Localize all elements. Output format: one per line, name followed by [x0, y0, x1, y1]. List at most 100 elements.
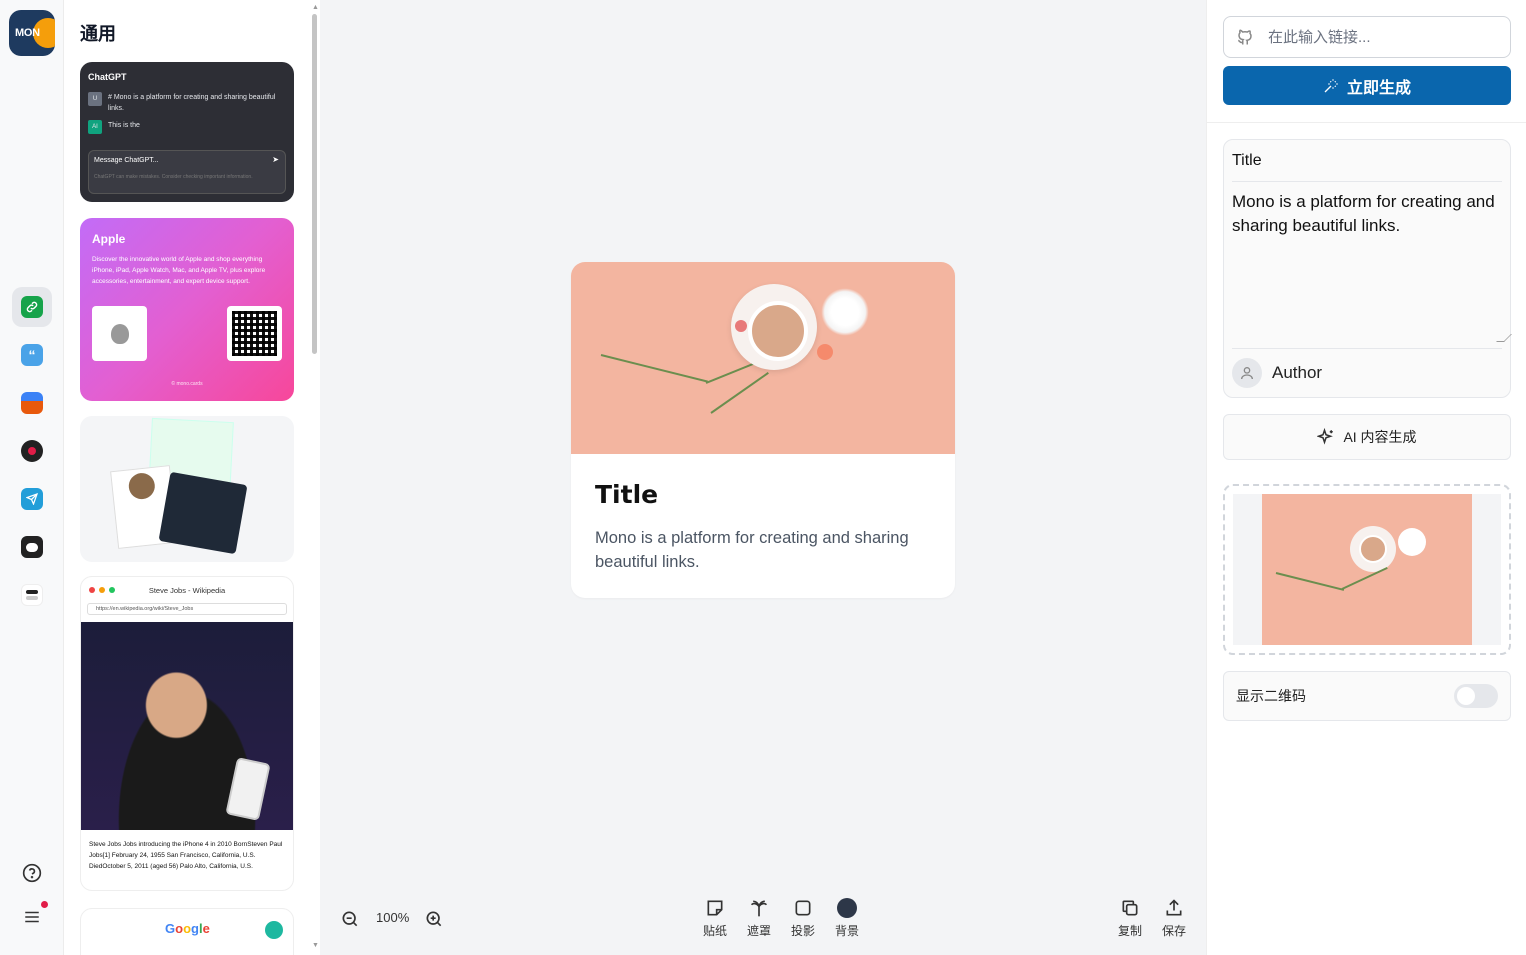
- sparkles-icon: [1317, 428, 1334, 445]
- ai-avatar: AI: [88, 120, 102, 134]
- google-logo: Google: [165, 921, 210, 936]
- form-separator: [1232, 348, 1502, 349]
- rail-widget[interactable]: [12, 575, 52, 615]
- template-apple[interactable]: Apple Discover the innovative world of A…: [80, 218, 294, 401]
- help-icon: [22, 863, 42, 883]
- shadow-button[interactable]: 投影: [785, 898, 821, 939]
- template-chatgpt[interactable]: ChatGPT U # Mono is a platform for creat…: [80, 62, 294, 202]
- sticker-button[interactable]: 贴纸: [697, 898, 733, 939]
- resize-handle[interactable]: [1496, 334, 1512, 342]
- zoom-out-icon: [342, 911, 358, 927]
- preview-card[interactable]: Title Mono is a platform for creating an…: [571, 262, 955, 598]
- background-swatch: [837, 898, 857, 918]
- shadow-label: 投影: [790, 924, 815, 938]
- magic-wand-icon: [1324, 78, 1338, 92]
- settings-panel: 立即生成 Title Mono is a platform for creati…: [1206, 0, 1526, 955]
- url-field[interactable]: [1223, 16, 1511, 58]
- ai-message-text: This is the: [108, 122, 140, 129]
- send-icon: ➤: [272, 155, 279, 164]
- mask-button[interactable]: 遮罩: [741, 898, 777, 939]
- collage-card-music: [158, 471, 248, 555]
- apple-logo-icon: [92, 306, 147, 361]
- notification-dot: [41, 901, 48, 908]
- panel-divider: [1207, 122, 1526, 123]
- ai-generate-button[interactable]: AI 内容生成: [1223, 414, 1511, 460]
- rail-link[interactable]: [12, 287, 52, 327]
- apple-description: Discover the innovative world of Apple a…: [92, 256, 266, 285]
- app-logo[interactable]: MON: [9, 10, 55, 56]
- image-upload-area[interactable]: [1223, 484, 1511, 655]
- record-icon: [21, 440, 43, 462]
- apple-title: Apple: [92, 232, 126, 246]
- mask-label: 遮罩: [746, 924, 771, 938]
- zoom-in-button[interactable]: [423, 908, 445, 930]
- card-description: Mono is a platform for creating and shar…: [595, 529, 909, 571]
- widget-icon: [21, 584, 43, 606]
- card-title: Title: [595, 480, 659, 509]
- chatgpt-user-msg: U # Mono is a platform for creating and …: [88, 92, 286, 114]
- background-button[interactable]: 背景: [829, 898, 865, 939]
- shadow-icon: [795, 900, 811, 916]
- rail-bot[interactable]: [12, 527, 52, 567]
- author-avatar: [1232, 358, 1262, 388]
- canvas: Title Mono is a platform for creating an…: [320, 0, 1206, 955]
- rail-telegram[interactable]: [12, 479, 52, 519]
- zoom-in-icon: [426, 911, 442, 927]
- scroll-up-arrow[interactable]: ▲: [312, 4, 319, 11]
- template-collage[interactable]: [80, 416, 294, 562]
- description-field[interactable]: Mono is a platform for creating and shar…: [1232, 190, 1500, 238]
- copy-label: 复制: [1117, 924, 1142, 938]
- qr-toggle-switch[interactable]: [1454, 684, 1498, 708]
- ai-generate-label: AI 内容生成: [1343, 429, 1417, 445]
- phone-in-hand: [225, 757, 271, 821]
- user-avatar: U: [88, 92, 102, 106]
- menu-button[interactable]: [12, 897, 52, 937]
- link-icon: [21, 296, 43, 318]
- chatgpt-input-box: Message ChatGPT... ➤ ChatGPT can make mi…: [88, 150, 286, 194]
- upload-icon: [1166, 899, 1182, 916]
- quote-icon: “: [21, 344, 43, 366]
- wiki-photo: [81, 622, 293, 830]
- chatgpt-title: ChatGPT: [88, 72, 127, 82]
- generate-button[interactable]: 立即生成: [1223, 66, 1511, 105]
- copy-icon: [1122, 900, 1138, 916]
- user-icon: [1241, 367, 1253, 380]
- apple-footer: © mono.cards: [171, 381, 203, 387]
- template-wikipedia[interactable]: Steve Jobs - Wikipedia https://en.wikipe…: [80, 576, 294, 891]
- zoom-out-button[interactable]: [339, 908, 361, 930]
- browser-bar: Steve Jobs - Wikipedia: [81, 577, 293, 603]
- url-input[interactable]: [1268, 28, 1488, 46]
- copy-button[interactable]: 复制: [1112, 898, 1148, 939]
- qr-toggle-row: 显示二维码: [1223, 671, 1511, 721]
- template-scrollbar[interactable]: [312, 14, 317, 354]
- chatgpt-ai-msg: AI This is the: [88, 120, 286, 134]
- scroll-down-arrow[interactable]: ▼: [312, 942, 319, 949]
- author-field[interactable]: Author: [1232, 358, 1322, 388]
- chatgpt-input-placeholder: Message ChatGPT...: [94, 157, 159, 164]
- menu-icon: [25, 911, 39, 923]
- template-google[interactable]: Google: [80, 908, 294, 955]
- background-label: 背景: [834, 924, 859, 938]
- author-label: Author: [1272, 363, 1323, 382]
- content-form: Title Mono is a platform for creating an…: [1223, 139, 1512, 398]
- title-field[interactable]: Title: [1232, 150, 1502, 182]
- zoom-level: 100%: [376, 910, 410, 925]
- rail-image[interactable]: [12, 383, 52, 423]
- qr-toggle-label: 显示二维码: [1236, 688, 1306, 704]
- rail-quote[interactable]: “: [12, 335, 52, 375]
- extension-badge-icon: [265, 921, 283, 939]
- save-label: 保存: [1161, 924, 1186, 938]
- qr-code: [227, 306, 282, 361]
- mountain-icon: [21, 392, 43, 414]
- wiki-url: https://en.wikipedia.org/wiki/Steve_Jobs: [87, 603, 287, 615]
- template-heading: 通用: [80, 24, 116, 44]
- wiki-caption: Steve Jobs Jobs introducing the iPhone 4…: [89, 841, 283, 870]
- github-icon: [1237, 29, 1252, 45]
- canvas-toolbar: 100% 贴纸 遮罩 投影 背景 复制 保存: [320, 890, 1206, 950]
- image-thumbnail: [1262, 494, 1472, 645]
- help-button[interactable]: [12, 853, 52, 893]
- wiki-tab-title: Steve Jobs - Wikipedia: [148, 585, 226, 595]
- sticker-label: 贴纸: [702, 924, 727, 938]
- rail-record[interactable]: [12, 431, 52, 471]
- save-button[interactable]: 保存: [1156, 898, 1192, 939]
